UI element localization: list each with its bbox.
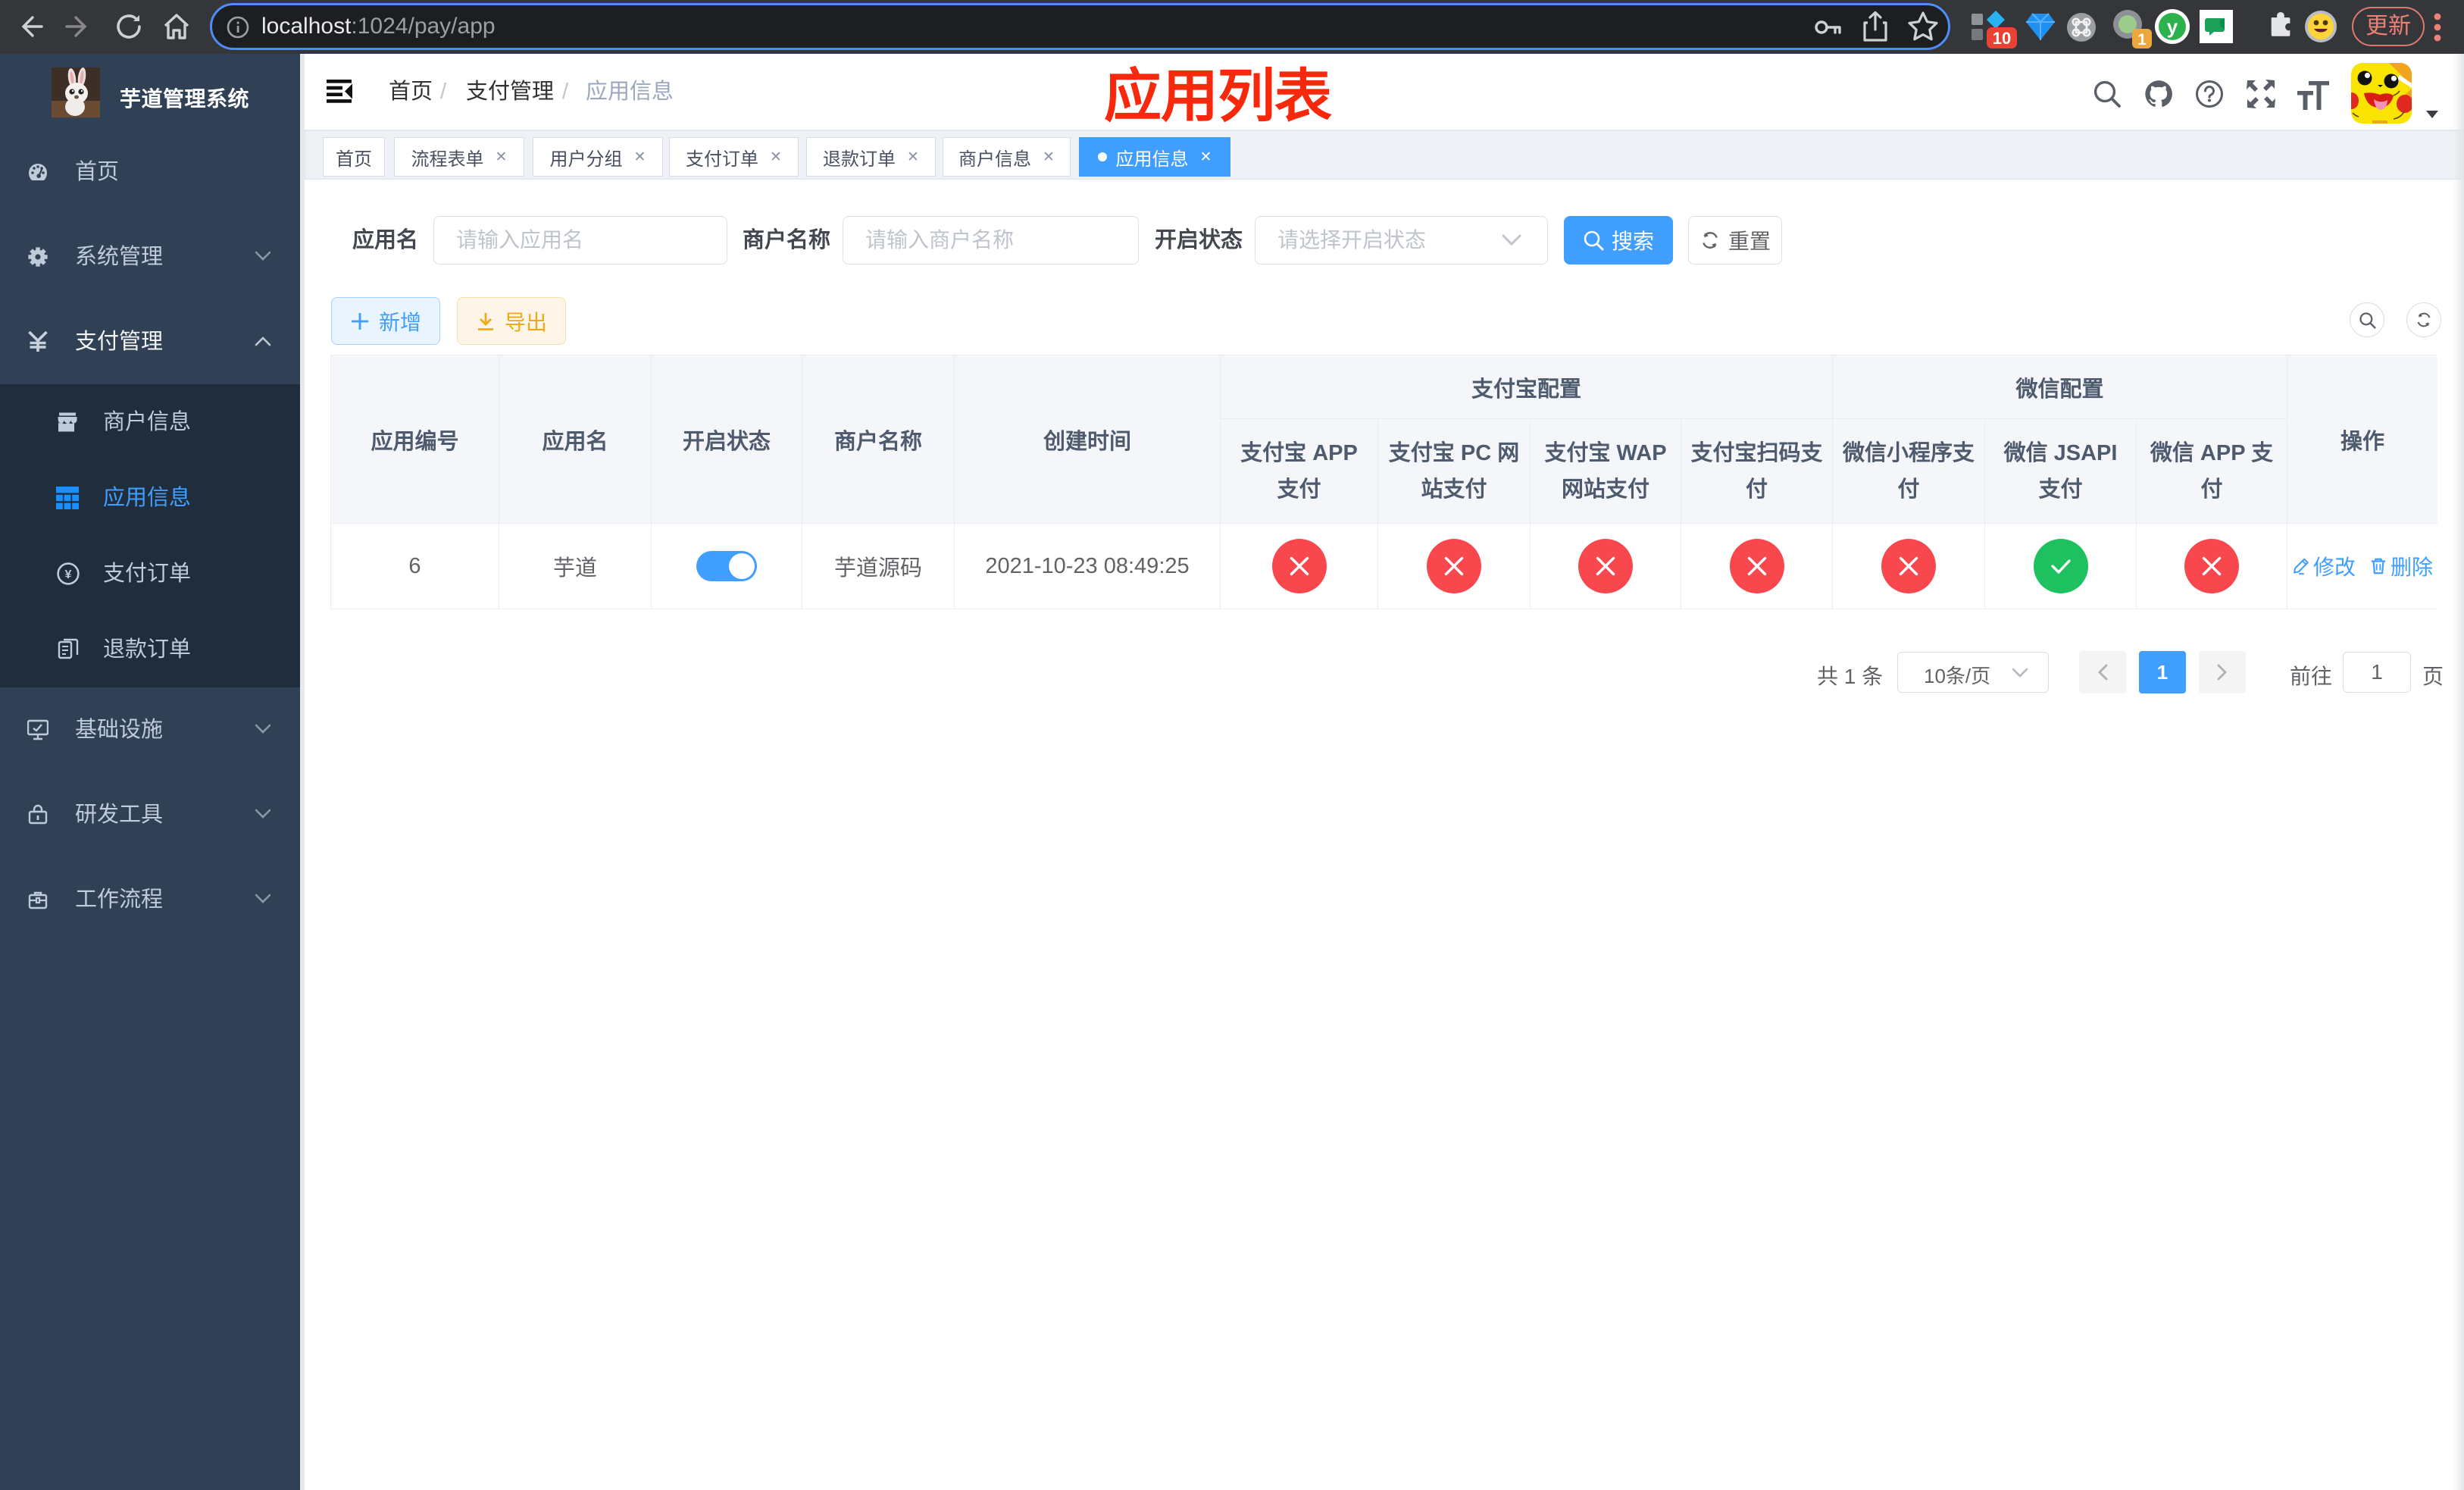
svg-text:1: 1 <box>2137 31 2147 49</box>
svg-text:10: 10 <box>1993 29 2011 48</box>
svg-text:y: y <box>2167 15 2178 38</box>
svg-text:¥: ¥ <box>65 568 72 581</box>
